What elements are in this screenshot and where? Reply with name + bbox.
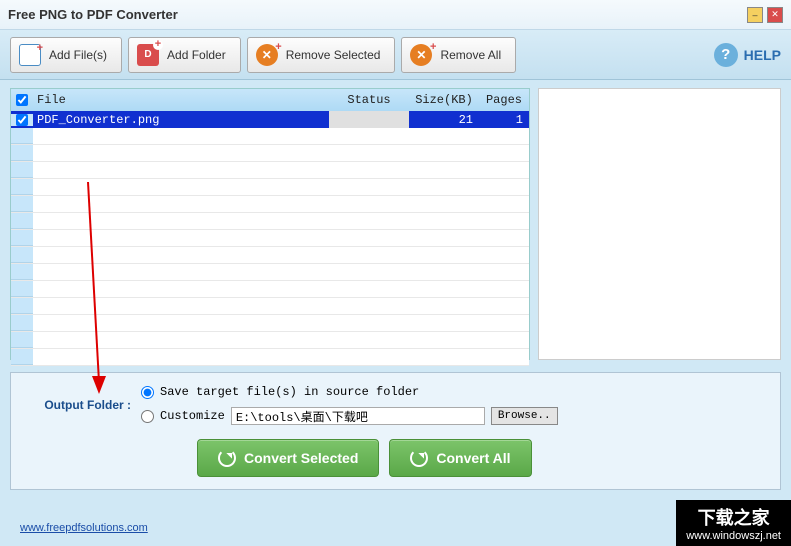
- watermark-url: www.windowszj.net: [686, 530, 781, 542]
- select-all-checkbox[interactable]: [16, 94, 28, 106]
- empty-row: [11, 213, 529, 230]
- table-header: File Status Size(KB) Pages: [11, 89, 529, 111]
- convert-all-label: Convert All: [436, 450, 510, 466]
- empty-row: [11, 179, 529, 196]
- remove-selected-button[interactable]: Remove Selected: [247, 37, 396, 73]
- help-button[interactable]: ? HELP: [714, 43, 781, 67]
- remove-icon: [256, 44, 278, 66]
- empty-check-gutter: [11, 349, 33, 365]
- table-body: PDF_Converter.png 211: [11, 111, 529, 366]
- file-table: File Status Size(KB) Pages PDF_Converter…: [10, 88, 530, 360]
- radio-customize-label: Customize: [160, 409, 225, 423]
- empty-check-gutter: [11, 162, 33, 178]
- empty-row: [11, 298, 529, 315]
- browse-button[interactable]: Browse..: [491, 407, 558, 425]
- remove-all-label: Remove All: [440, 48, 501, 62]
- radio-source-row[interactable]: Save target file(s) in source folder: [141, 385, 558, 399]
- empty-check-gutter: [11, 332, 33, 348]
- empty-row: [11, 247, 529, 264]
- row-checkbox-cell: [11, 114, 33, 126]
- convert-selected-label: Convert Selected: [244, 450, 358, 466]
- add-folder-label: Add Folder: [167, 48, 226, 62]
- empty-row: [11, 128, 529, 145]
- add-folder-button[interactable]: Add Folder: [128, 37, 241, 73]
- header-status[interactable]: Status: [329, 93, 409, 107]
- radio-source-label: Save target file(s) in source folder: [160, 385, 419, 399]
- output-folder-label: Output Folder :: [27, 398, 131, 412]
- empty-row: [11, 264, 529, 281]
- file-add-icon: [19, 44, 41, 66]
- minimize-button[interactable]: –: [747, 7, 763, 23]
- empty-check-gutter: [11, 128, 33, 144]
- convert-buttons: Convert Selected Convert All: [197, 439, 764, 477]
- remove-selected-label: Remove Selected: [286, 48, 381, 62]
- output-row: Output Folder : Save target file(s) in s…: [27, 385, 764, 425]
- help-label: HELP: [744, 47, 781, 63]
- row-checkbox[interactable]: [16, 114, 28, 126]
- cell-pages: 1: [479, 113, 529, 127]
- radio-source[interactable]: [141, 386, 154, 399]
- refresh-icon: [218, 449, 236, 467]
- close-button[interactable]: ✕: [767, 7, 783, 23]
- empty-check-gutter: [11, 281, 33, 297]
- toolbar: Add File(s) Add Folder Remove Selected R…: [0, 30, 791, 80]
- empty-row: [11, 349, 529, 366]
- add-files-button[interactable]: Add File(s): [10, 37, 122, 73]
- refresh-icon: [410, 449, 428, 467]
- header-size[interactable]: Size(KB): [409, 93, 479, 107]
- radio-customize-row: Customize Browse..: [141, 407, 558, 425]
- header-pages[interactable]: Pages: [479, 93, 529, 107]
- footer-link[interactable]: www.freepdfsolutions.com: [20, 522, 148, 534]
- radio-customize[interactable]: [141, 410, 154, 423]
- app-window: Free PNG to PDF Converter – ✕ Add File(s…: [0, 0, 791, 546]
- titlebar: Free PNG to PDF Converter – ✕: [0, 0, 791, 30]
- folder-add-icon: [137, 44, 159, 66]
- preview-panel: [538, 88, 781, 360]
- window-controls: – ✕: [747, 7, 783, 23]
- customize-path-input[interactable]: [231, 407, 485, 425]
- window-title: Free PNG to PDF Converter: [8, 7, 747, 22]
- empty-check-gutter: [11, 264, 33, 280]
- cell-size: 21: [409, 113, 479, 127]
- main-area: File Status Size(KB) Pages PDF_Converter…: [0, 80, 791, 368]
- empty-row: [11, 196, 529, 213]
- empty-check-gutter: [11, 196, 33, 212]
- watermark-title: 下载之家: [686, 504, 781, 530]
- output-radio-group: Save target file(s) in source folder Cus…: [141, 385, 558, 425]
- empty-row: [11, 315, 529, 332]
- remove-all-button[interactable]: Remove All: [401, 37, 516, 73]
- header-checkbox-cell: [11, 94, 33, 106]
- convert-all-button[interactable]: Convert All: [389, 439, 531, 477]
- empty-row: [11, 145, 529, 162]
- table-row[interactable]: PDF_Converter.png 211: [11, 111, 529, 128]
- radio-customize-wrap[interactable]: Customize: [141, 409, 225, 423]
- empty-row: [11, 332, 529, 349]
- add-files-label: Add File(s): [49, 48, 107, 62]
- header-file[interactable]: File: [33, 93, 329, 107]
- convert-selected-button[interactable]: Convert Selected: [197, 439, 379, 477]
- help-icon: ?: [714, 43, 738, 67]
- empty-check-gutter: [11, 179, 33, 195]
- output-panel: Output Folder : Save target file(s) in s…: [10, 372, 781, 490]
- empty-check-gutter: [11, 315, 33, 331]
- empty-row: [11, 162, 529, 179]
- empty-check-gutter: [11, 298, 33, 314]
- watermark: 下载之家 www.windowszj.net: [676, 500, 791, 546]
- empty-row: [11, 281, 529, 298]
- cell-file: PDF_Converter.png: [33, 113, 329, 127]
- cell-status: [329, 111, 409, 128]
- empty-check-gutter: [11, 145, 33, 161]
- remove-all-icon: [410, 44, 432, 66]
- empty-check-gutter: [11, 247, 33, 263]
- empty-check-gutter: [11, 230, 33, 246]
- empty-row: [11, 230, 529, 247]
- empty-check-gutter: [11, 213, 33, 229]
